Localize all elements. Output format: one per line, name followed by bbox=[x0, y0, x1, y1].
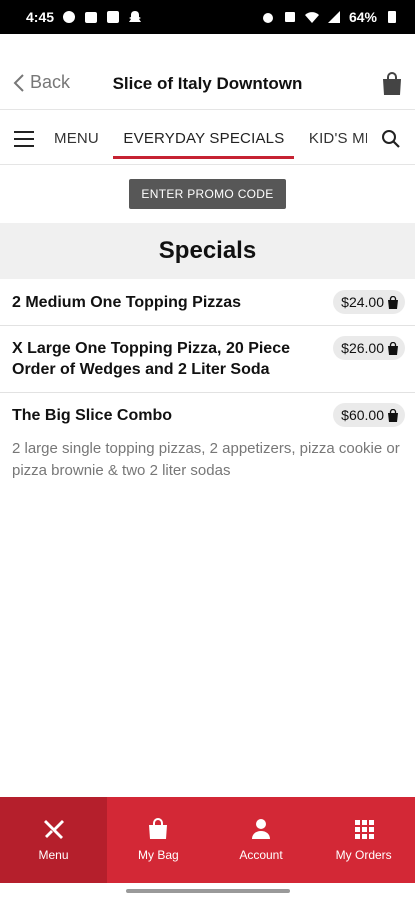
app-notification-icon bbox=[62, 10, 76, 24]
search-icon[interactable] bbox=[381, 129, 401, 149]
person-icon bbox=[252, 819, 270, 839]
menu-items-list: 2 Medium One Topping Pizzas $24.00 X Lar… bbox=[0, 280, 415, 494]
battery-percent: 64% bbox=[348, 9, 377, 25]
nav-my-orders[interactable]: My Orders bbox=[312, 797, 415, 883]
gesture-bar-area bbox=[0, 883, 415, 900]
item-price: $26.00 bbox=[341, 340, 384, 356]
alarm-icon bbox=[261, 10, 275, 24]
nav-label: Account bbox=[239, 848, 283, 862]
bag-icon bbox=[388, 341, 398, 355]
shopping-bag-icon[interactable] bbox=[381, 72, 403, 96]
signal-icon bbox=[327, 10, 341, 24]
section-title: Specials bbox=[0, 223, 415, 279]
item-description: 2 large single topping pizzas, 2 appetiz… bbox=[12, 440, 400, 479]
price-badge[interactable]: $24.00 bbox=[333, 290, 405, 314]
menu-item[interactable]: X Large One Topping Pizza, 20 Piece Orde… bbox=[0, 326, 415, 393]
tab-kids-menu[interactable]: KID'S MENU bbox=[299, 111, 367, 165]
promo-code-button[interactable]: ENTER PROMO CODE bbox=[129, 179, 286, 209]
app-header: Back Slice of Italy Downtown bbox=[0, 34, 415, 110]
home-indicator[interactable] bbox=[126, 889, 290, 893]
menu-item[interactable]: The Big Slice Combo $60.00 2 large singl… bbox=[0, 393, 415, 494]
nav-account[interactable]: Account bbox=[210, 797, 313, 883]
nav-my-bag[interactable]: My Bag bbox=[107, 797, 210, 883]
utensils-icon bbox=[43, 820, 64, 839]
calendar-icon bbox=[84, 10, 98, 24]
tab-everyday-specials[interactable]: EVERYDAY SPECIALS bbox=[113, 111, 295, 165]
bottom-navigation: Menu My Bag Account My Orders bbox=[0, 797, 415, 883]
tab-list: MENU EVERYDAY SPECIALS KID'S MENU A bbox=[44, 111, 367, 165]
price-badge[interactable]: $26.00 bbox=[333, 336, 405, 360]
page-title: Slice of Italy Downtown bbox=[112, 74, 303, 93]
image-icon bbox=[106, 10, 120, 24]
vibrate-icon bbox=[283, 10, 297, 24]
status-bar: 4:45 64% bbox=[0, 0, 415, 34]
promo-area: ENTER PROMO CODE bbox=[0, 166, 415, 222]
nav-label: Menu bbox=[38, 848, 69, 862]
nav-label: My Bag bbox=[137, 848, 179, 862]
bag-icon bbox=[388, 295, 398, 309]
nav-menu[interactable]: Menu bbox=[0, 797, 107, 883]
clock: 4:45 bbox=[26, 9, 55, 25]
hamburger-menu-icon[interactable] bbox=[14, 131, 34, 147]
menu-item[interactable]: 2 Medium One Topping Pizzas $24.00 bbox=[0, 280, 415, 326]
item-price: $60.00 bbox=[341, 407, 384, 423]
price-badge[interactable]: $60.00 bbox=[333, 403, 405, 427]
snapchat-icon bbox=[128, 10, 142, 24]
category-tabs: MENU EVERYDAY SPECIALS KID'S MENU A bbox=[0, 111, 415, 165]
battery-icon bbox=[385, 10, 399, 24]
grid-icon bbox=[354, 820, 374, 839]
wifi-icon bbox=[304, 10, 319, 24]
bag-icon bbox=[149, 818, 168, 839]
bag-icon bbox=[388, 408, 398, 422]
item-price: $24.00 bbox=[341, 294, 384, 310]
item-name: 2 Medium One Topping Pizzas bbox=[12, 294, 242, 311]
nav-label: My Orders bbox=[335, 848, 392, 862]
tab-menu[interactable]: MENU bbox=[44, 111, 109, 165]
item-name: X Large One Topping Pizza, 20 Piece Orde… bbox=[12, 340, 290, 378]
